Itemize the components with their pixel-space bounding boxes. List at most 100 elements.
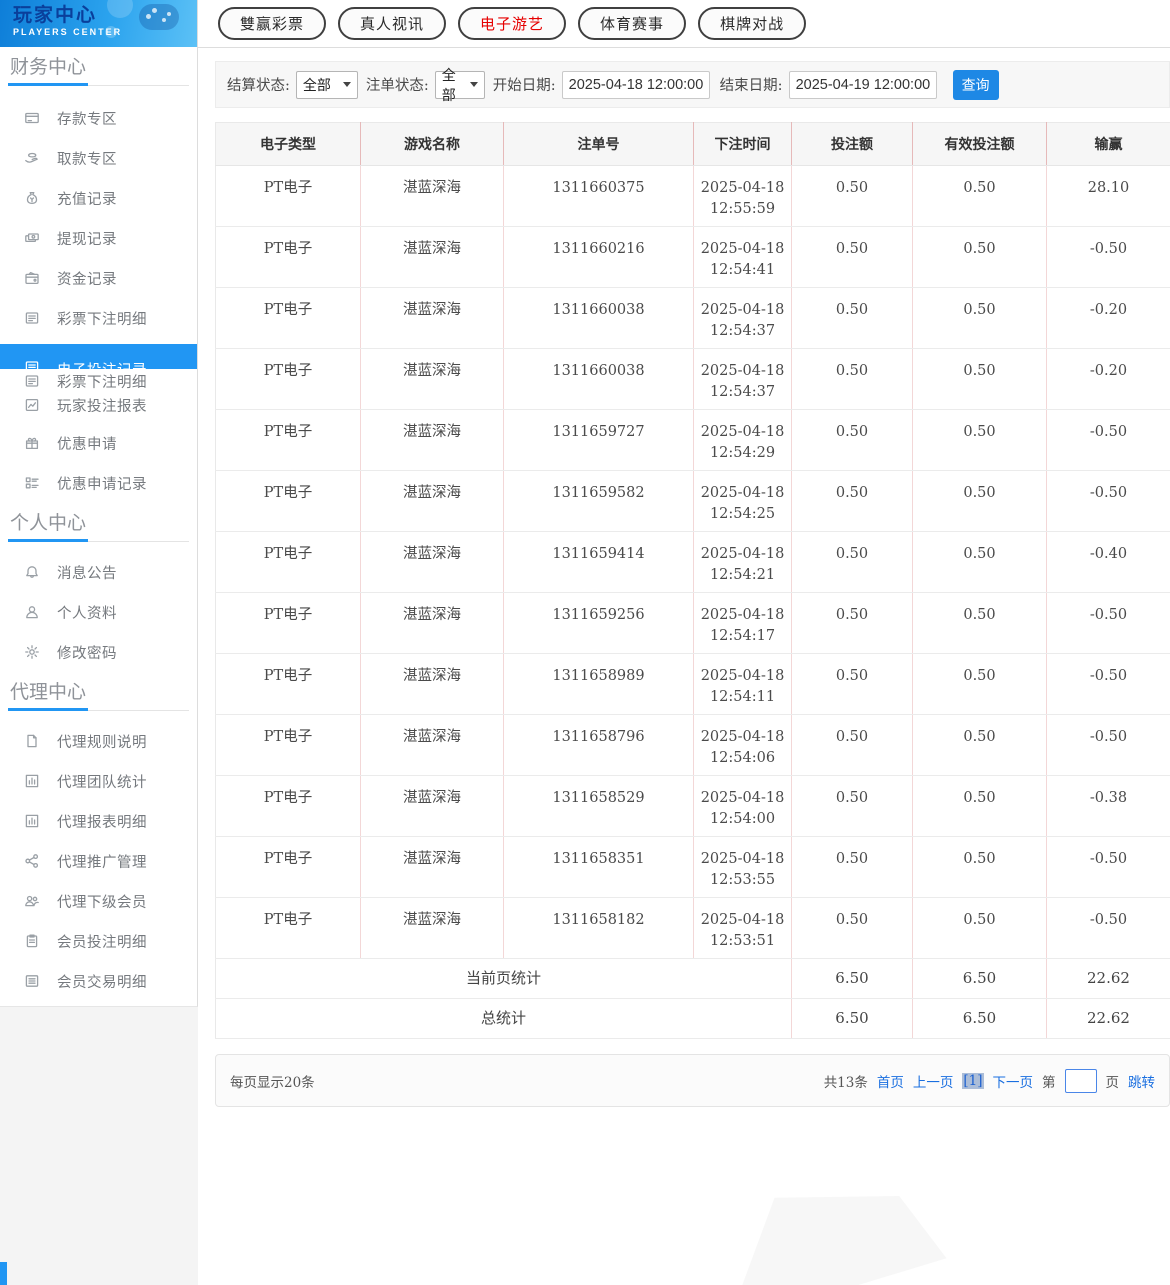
table-cell: 1311660038 [504,288,694,349]
table-cell: -0.50 [1047,593,1170,654]
sidebar-item[interactable]: 资金记录 [0,258,197,298]
moneybag-icon [24,190,40,206]
sidebar-item[interactable]: 会员投注明细 [0,921,197,961]
table-cell: 2025-04-18 12:54:25 [694,471,792,532]
sidebar-item-label: 代理下级会员 [57,891,147,912]
watermark-shape [738,1196,953,1285]
sidebar-item[interactable]: 取款专区 [0,138,197,178]
prev-page-link[interactable]: 上一页 [913,1071,954,1091]
sidebar-item[interactable]: 代理报表明细 [0,801,197,841]
sidebar-item-label: 彩票下注明细 [57,371,147,392]
bar-chart-icon [24,813,40,829]
table-cell: 0.50 [792,654,913,715]
table-cell: 0.50 [913,471,1047,532]
table-cell: -0.50 [1047,471,1170,532]
sidebar-item[interactable]: 提现记录 [0,218,197,258]
table-cell: 2025-04-18 12:54:00 [694,776,792,837]
table-cell: 1311659414 [504,532,694,593]
sidebar-item[interactable]: 优惠申请 [0,423,197,463]
doc-lines-icon [24,373,40,389]
table-cell: 2025-04-18 12:54:41 [694,227,792,288]
bets-table: 电子类型游戏名称注单号下注时间投注额有效投注额输赢 PT电子湛蓝深海131166… [215,122,1170,1039]
main-content: 雙赢彩票真人视讯电子游艺体育赛事棋牌对战 结算状态: 全部 注单状态: 全部 开… [198,0,1170,1285]
sidebar-item[interactable]: 会员交易明细 [0,961,197,1001]
deposit-card-icon [24,110,40,126]
table-cell: 2025-04-18 12:54:37 [694,349,792,410]
table-cell: 湛蓝深海 [361,410,504,471]
table-cell: 2025-04-18 12:53:51 [694,898,792,959]
sidebar-item[interactable]: 充值记录 [0,178,197,218]
query-button[interactable]: 查询 [953,70,999,100]
next-page-link[interactable]: 下一页 [993,1071,1034,1091]
sidebar-item[interactable]: 代理团队统计 [0,761,197,801]
brand-header: 玩家中心 PLAYERS CENTER [0,0,197,47]
tab-棋牌对战[interactable]: 棋牌对战 [698,7,806,40]
table-cell: 湛蓝深海 [361,227,504,288]
table-cell: 0.50 [913,288,1047,349]
settle-status-select[interactable]: 全部 [296,71,358,99]
table-cell: 0.50 [913,166,1047,227]
summary-value: 6.50 [913,959,1047,999]
sidebar-item[interactable]: 修改密码 [0,632,197,672]
tab-真人视讯[interactable]: 真人视讯 [338,7,446,40]
tab-体育赛事[interactable]: 体育赛事 [578,7,686,40]
table-cell: PT电子 [216,837,361,898]
sidebar-item[interactable]: 优惠申请记录 [0,463,197,503]
clipboard-icon [24,933,40,949]
table-cell: 0.50 [913,593,1047,654]
sidebar-item[interactable]: 玩家投注报表 [0,393,197,417]
sidebar-panel: 玩家中心 PLAYERS CENTER 财务中心 存款专区取款专区充值记录提现记… [0,0,198,1007]
doc-lines-icon [24,310,40,326]
jump-button[interactable]: 跳转 [1128,1071,1155,1091]
end-date-input[interactable] [789,71,937,99]
sidebar-item[interactable]: 电子投注记录 [0,344,197,369]
withdraw-hand-icon [24,150,40,166]
sidebar-item-label: 玩家投注报表 [57,395,147,416]
sidebar-item[interactable]: 个人资料 [0,592,197,632]
table-cell: PT电子 [216,532,361,593]
sidebar-item[interactable]: 消息公告 [0,552,197,592]
sidebar-item[interactable]: 存款专区 [0,98,197,138]
current-page-indicator[interactable]: [1] [962,1073,983,1089]
table-cell: 湛蓝深海 [361,776,504,837]
section-header-personal: 个人中心 [0,503,197,542]
sidebar-item[interactable]: 代理推广管理 [0,841,197,881]
table-row: PT电子湛蓝深海13116581822025-04-18 12:53:510.5… [216,898,1170,959]
table-cell: -0.50 [1047,898,1170,959]
table-cell: 湛蓝深海 [361,471,504,532]
bar-chart-icon [24,773,40,789]
table-cell: PT电子 [216,898,361,959]
page-number-input[interactable] [1065,1069,1097,1093]
per-page-label: 每页显示20条 [230,1071,315,1091]
table-cell: PT电子 [216,410,361,471]
tab-雙赢彩票[interactable]: 雙赢彩票 [218,7,326,40]
page-suffix-label: 页 [1106,1071,1120,1091]
sidebar-item[interactable]: 代理规则说明 [0,721,197,761]
table-cell: -0.50 [1047,715,1170,776]
column-header: 下注时间 [694,123,792,166]
column-header: 电子类型 [216,123,361,166]
table-cell: 湛蓝深海 [361,349,504,410]
table-cell: -0.38 [1047,776,1170,837]
settle-status-label: 结算状态: [227,74,290,95]
table-cell: 0.50 [913,776,1047,837]
table-cell: PT电子 [216,471,361,532]
first-page-link[interactable]: 首页 [877,1071,904,1091]
sidebar: 玩家中心 PLAYERS CENTER 财务中心 存款专区取款专区充值记录提现记… [0,0,198,1285]
sidebar-item[interactable]: 彩票下注明细 [0,298,197,338]
order-status-select[interactable]: 全部 [435,71,485,99]
sidebar-item[interactable]: 代理下级会员 [0,881,197,921]
table-row: PT电子湛蓝深海13116600382025-04-18 12:54:370.5… [216,349,1170,410]
start-date-input[interactable] [562,71,710,99]
sidebar-item-label: 优惠申请 [57,433,117,454]
table-cell: 1311660216 [504,227,694,288]
table-cell: 0.50 [913,349,1047,410]
tab-电子游艺[interactable]: 电子游艺 [458,7,566,40]
sidebar-item-label: 资金记录 [57,268,117,289]
sidebar-item-label: 个人资料 [57,602,117,623]
table-cell: 0.50 [792,715,913,776]
sidebar-item-label: 电子投注记录 [57,359,147,369]
sidebar-item[interactable]: 彩票下注明细 [0,369,197,393]
table-cell: 湛蓝深海 [361,166,504,227]
agent-menu: 代理规则说明代理团队统计代理报表明细代理推广管理代理下级会员会员投注明细会员交易… [0,711,197,1001]
